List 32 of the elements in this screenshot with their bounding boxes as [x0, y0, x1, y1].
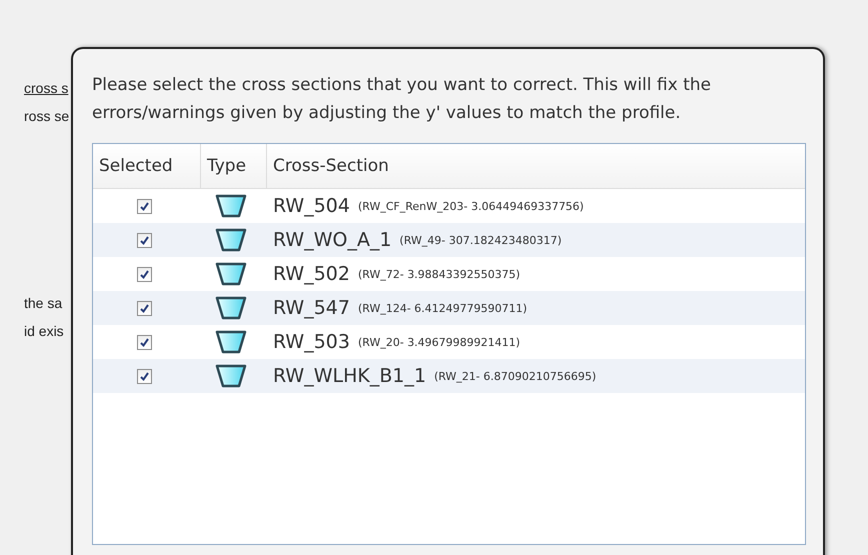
cross-section-icon	[215, 364, 247, 388]
column-header[interactable]: Selected	[93, 144, 201, 188]
checkbox[interactable]	[137, 266, 152, 282]
section-detail: (RW_124- 6.41249779590711)	[358, 302, 528, 314]
checkbox[interactable]	[137, 368, 152, 384]
column-header[interactable]: Cross-Section	[267, 144, 805, 188]
label-text: ross se	[24, 108, 70, 126]
section-name: RW_547	[273, 297, 350, 319]
cross-section-icon	[215, 296, 247, 320]
section-detail: (RW_49- 307.182423480317)	[400, 234, 562, 246]
checkbox[interactable]	[137, 232, 152, 248]
section-detail: (RW_21- 6.87090210756695)	[434, 370, 596, 382]
link-text[interactable]: cross s	[24, 80, 71, 108]
section-detail: (RW_72- 3.98843392550375)	[358, 268, 520, 280]
section-detail: (RW_CF_RenW_203- 3.06449469337756)	[358, 200, 584, 212]
instruction-text: Please select the cross sections that you want to correct. This will fix the errors/warnings given by adjusting the y' values to match the profile.	[92, 74, 712, 125]
cross-section-icon	[215, 262, 247, 286]
label-text: id exis	[24, 323, 65, 341]
section-name: RW_WO_A_1	[273, 229, 392, 251]
section-detail: (RW_20- 3.49679989921411)	[358, 336, 520, 348]
label-text: the sa	[24, 295, 64, 313]
cross-section-icon	[215, 330, 247, 354]
section-name: RW_WLHK_B1_1	[273, 365, 426, 387]
cross-section-icon	[215, 194, 247, 218]
checkbox[interactable]	[137, 198, 152, 214]
checkbox[interactable]	[137, 334, 152, 350]
column-header[interactable]: Type	[201, 144, 267, 188]
checkbox[interactable]	[137, 300, 152, 316]
section-name: RW_503	[273, 331, 350, 353]
section-name: RW_504	[273, 195, 350, 217]
cross-section-icon	[215, 228, 247, 252]
section-name: RW_502	[273, 263, 350, 285]
